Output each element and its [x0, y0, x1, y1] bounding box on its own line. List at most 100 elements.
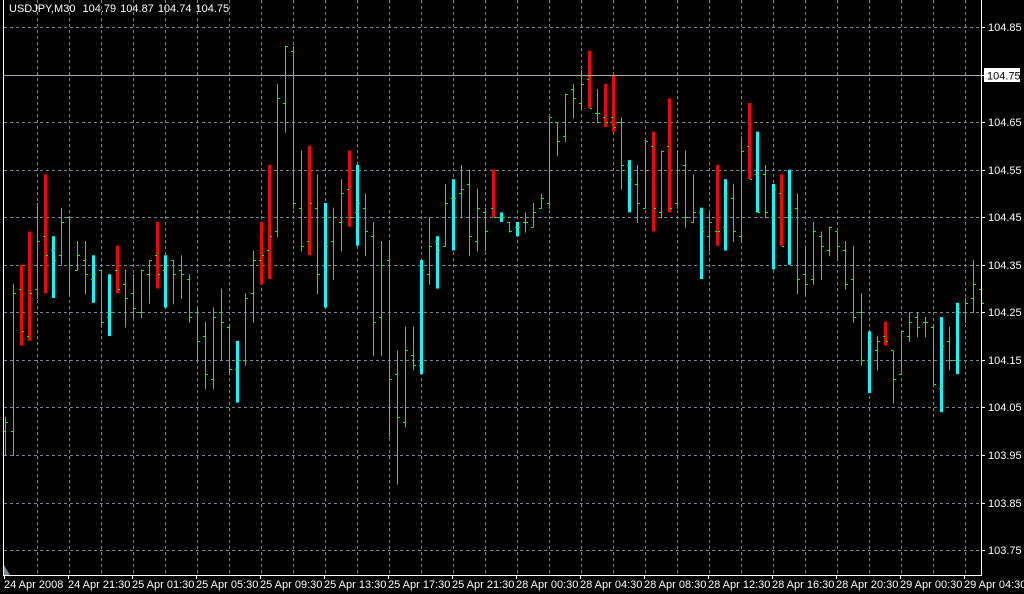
ohlc-bar: [195, 307, 200, 361]
ohlc-bar: [683, 150, 688, 228]
ohlc-bar: [467, 169, 472, 257]
time-axis[interactable]: 24 Apr 2008 24 Apr 21:30 25 Apr 01:30 25 Ap…: [4, 575, 1024, 591]
ohlc-bar: [691, 174, 696, 223]
highlight-bar-red: [780, 174, 783, 246]
ohlc-bar: [675, 150, 680, 209]
price-label: 104.45: [988, 212, 1022, 224]
highlight-bar-cyan: [628, 160, 631, 213]
ohlc-bar: [867, 331, 872, 394]
chart-header: USDJPY,M30 104.79 104.87 104.74 104.75: [9, 3, 233, 15]
highlight-bar-cyan: [420, 259, 423, 375]
ohlc-bar: [67, 217, 72, 295]
ohlc-bar: [827, 226, 832, 257]
price-label: 103.75: [988, 545, 1022, 557]
ohlc-bar: [635, 164, 640, 223]
highlight-bar-cyan: [756, 131, 759, 213]
ohlc-bar: [731, 183, 736, 242]
highlight-bar-cyan: [940, 317, 943, 413]
ohlc-bar: [603, 84, 608, 127]
ohlc-bar: [819, 231, 824, 281]
ohlc-bar: [555, 122, 560, 157]
ohlc-bar: [483, 207, 488, 252]
ohlc-bar: [595, 88, 600, 124]
ohlc-bar: [747, 103, 752, 180]
price-label: 104.55: [988, 165, 1022, 177]
time-label: 25 Apr 09:30: [260, 579, 322, 591]
ohlc-bar: [283, 46, 288, 133]
highlight-bar-red: [604, 84, 607, 127]
ohlc-bar: [139, 269, 144, 319]
ohlc-bar: [419, 259, 424, 375]
ohlc-bar: [915, 312, 920, 338]
ohlc-bar: [923, 317, 928, 338]
ohlc-bar: [11, 283, 16, 456]
highlight-bar-red: [612, 74, 615, 132]
price-chart[interactable]: 104.85 104.65 104.55 104.45 104.35 104.25 104.…: [0, 0, 1024, 594]
ohlc-bar: [331, 207, 336, 281]
highlight-bar-cyan: [52, 236, 55, 299]
plot-border-right: [981, 0, 982, 576]
ohlc-bar: [899, 331, 904, 376]
price-axis[interactable]: 104.85 104.65 104.55 104.45 104.35 104.25 104.…: [981, 22, 1022, 557]
highlight-bar-red: [116, 245, 119, 294]
ohlc-bar: [451, 179, 456, 251]
highlight-bar-cyan: [700, 207, 703, 280]
ohlc-bar: [187, 274, 192, 323]
ohlc-bar: [587, 50, 592, 109]
price-label: 104.35: [988, 260, 1022, 272]
ohlc-bar: [523, 212, 528, 233]
highlight-bar-cyan: [452, 179, 455, 251]
current-price-line: 104.75: [4, 68, 1021, 83]
header-open: 104.79: [82, 3, 117, 15]
highlight-bar-red: [492, 169, 495, 218]
ohlc-bar: [611, 74, 616, 132]
ohlc-bar: [227, 326, 232, 376]
ohlc-bar: [243, 293, 248, 366]
highlight-bar-cyan: [356, 164, 359, 246]
plot-border-bottom: [3, 575, 982, 576]
price-label: 104.05: [988, 402, 1022, 414]
ohlc-bar: [779, 174, 784, 247]
ohlc-bar: [475, 188, 480, 252]
time-label: 24 Apr 2008: [4, 579, 63, 591]
time-label: 28 Apr 16:30: [772, 579, 834, 591]
highlight-bar-red: [716, 164, 719, 246]
ohlc-bar: [947, 326, 952, 371]
ohlc-bar: [267, 164, 272, 280]
ohlc-bar: [411, 326, 416, 371]
ohlc-bar: [203, 321, 208, 390]
ohlc-bar: [83, 240, 88, 295]
ohlc-bar: [939, 317, 944, 413]
ohlc-bar: [307, 145, 312, 256]
ohlc-bar: [763, 164, 768, 219]
time-label: 28 Apr 12:30: [708, 579, 770, 591]
time-label: 28 Apr 08:30: [644, 579, 706, 591]
chart-shift-marker-icon[interactable]: [4, 565, 10, 575]
ohlc-bar: [643, 141, 648, 209]
highlight-bar-red: [260, 221, 263, 284]
header-high: 104.87: [120, 3, 154, 15]
ohlc-bar: [531, 202, 536, 228]
ohlc-bar: [835, 231, 840, 261]
ohlc-bar: [907, 312, 912, 342]
ohlc-bar: [315, 174, 320, 295]
ohlc-bar: [627, 160, 632, 213]
highlight-bar-red: [28, 231, 31, 341]
ohlc-bar: [275, 84, 280, 238]
time-label: 25 Apr 13:30: [324, 579, 386, 591]
time-label: 25 Apr 01:30: [132, 579, 194, 591]
ohlc-bar: [699, 207, 704, 280]
highlight-bar-cyan: [164, 255, 167, 308]
ohlc-bar: [99, 269, 104, 328]
time-label: 25 Apr 21:30: [452, 579, 514, 591]
ohlc-bar: [707, 212, 712, 252]
ohlc-bar: [443, 183, 448, 247]
ohlc-bar: [91, 255, 96, 303]
ohlc-bar: [843, 240, 848, 290]
ohlc-bar: [147, 259, 152, 304]
ohlc-bar: [651, 131, 656, 232]
highlight-bar-red: [44, 174, 47, 294]
ohlc-bar: [955, 302, 960, 375]
price-label: 104.25: [988, 307, 1022, 319]
time-label: 28 Apr 20:30: [836, 579, 898, 591]
